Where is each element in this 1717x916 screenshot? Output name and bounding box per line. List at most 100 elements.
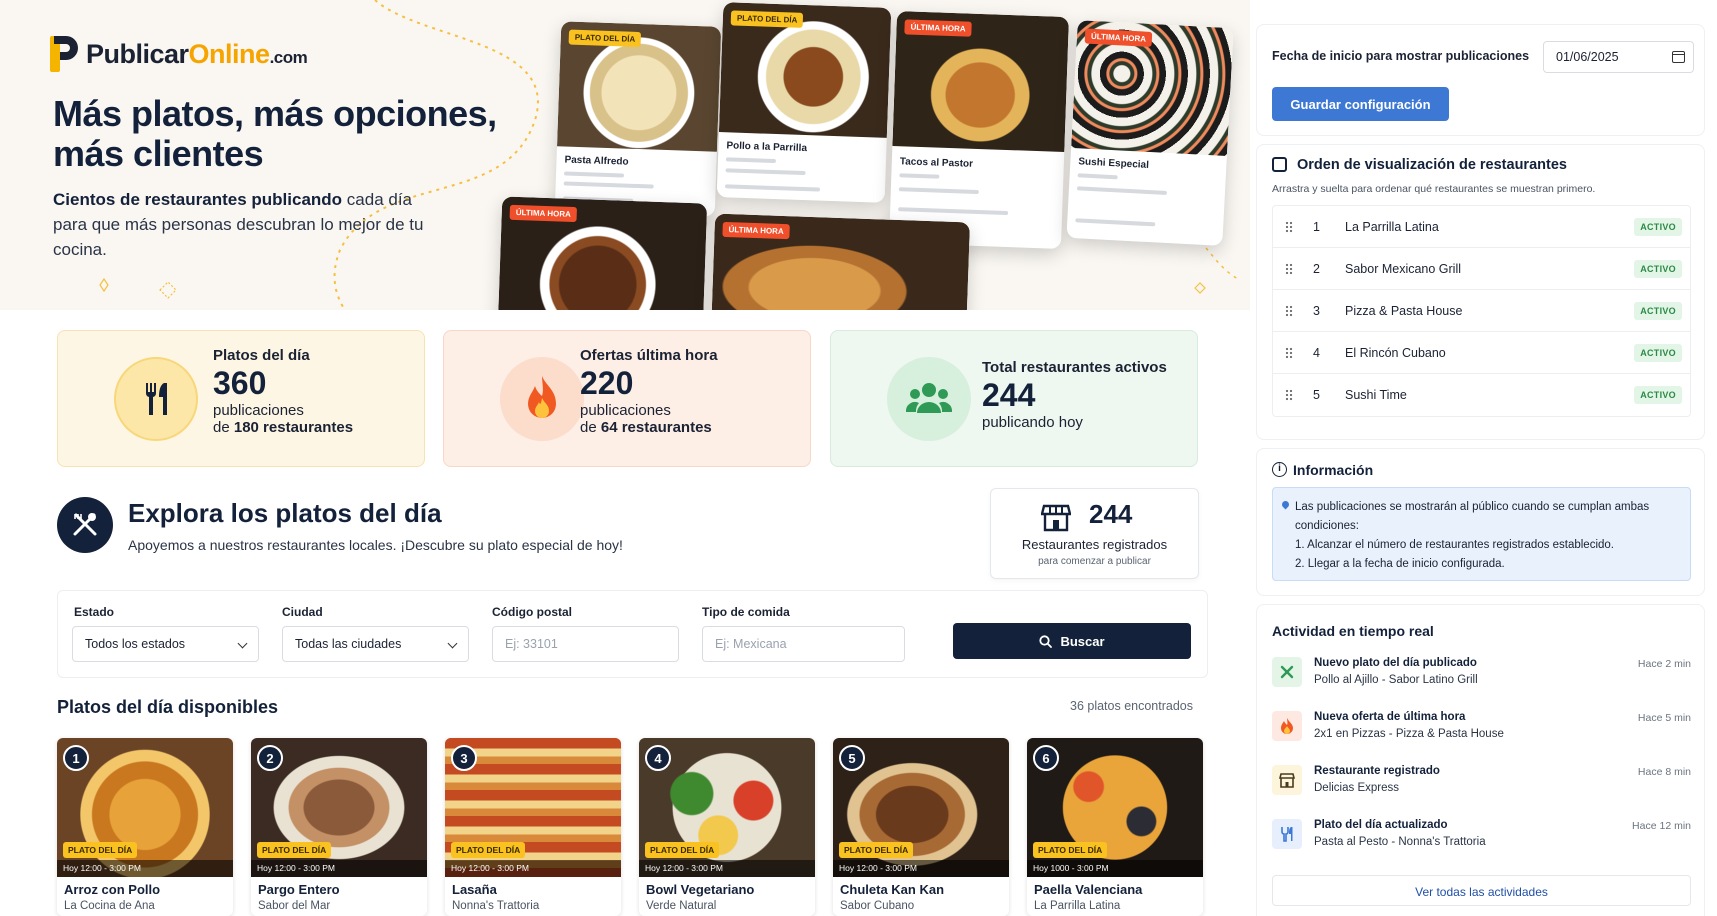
- estado-select[interactable]: Todos los estados: [72, 626, 259, 662]
- dish-card[interactable]: 1 PLATO DEL DÍA Hoy 12:00 - 3:00 PM Arro…: [57, 738, 233, 916]
- dish-restaurant: La Cocina de Ana: [64, 900, 155, 912]
- order-hint: Arrastra y suelta para ordenar qué resta…: [1272, 183, 1596, 195]
- drag-handle-icon[interactable]: [1285, 305, 1293, 317]
- stat-line3: de 180 restaurantes: [213, 419, 354, 436]
- dish-rank-badge: 4: [645, 745, 671, 771]
- dish-rank-badge: 6: [1033, 745, 1059, 771]
- search-button[interactable]: Buscar: [953, 623, 1191, 659]
- info-title: Información: [1293, 462, 1374, 478]
- fire-icon: [500, 357, 584, 441]
- hero-food-card: ÚLTIMA HORA Tacos al Pastor: [889, 11, 1069, 249]
- config-panel: Fecha de inicio para mostrar publicacion…: [1256, 24, 1705, 136]
- start-date-input[interactable]: 01/06/2025: [1543, 41, 1694, 73]
- status-badge: ACTIVO: [1634, 218, 1682, 236]
- hero-food-card: ÚLTIMA HORA: [497, 196, 708, 310]
- info-text: Las publicaciones se mostrarán al públic…: [1295, 501, 1650, 532]
- dish-tag: PLATO DEL DÍA: [1033, 842, 1108, 858]
- ciudad-select[interactable]: Todas las ciudades: [282, 626, 469, 662]
- dish-hours: Hoy 1000 - 3:00 PM: [1027, 860, 1203, 877]
- stat-platos-del-dia: Platos del día 360 publicaciones de 180 …: [57, 330, 425, 467]
- activity-item-desc: Pasta al Pesto - Nonna's Trattoria: [1314, 836, 1486, 848]
- order-position: 2: [1313, 262, 1320, 276]
- order-row[interactable]: 2 Sabor Mexicano Grill ACTIVO: [1273, 248, 1690, 290]
- calendar-icon[interactable]: [1672, 51, 1685, 63]
- stat-label: Platos del día: [213, 347, 310, 364]
- hero-card-tag: ÚLTIMA HORA: [722, 221, 790, 240]
- order-position: 4: [1313, 346, 1320, 360]
- hero-card-name: Pasta Alfredo: [564, 154, 629, 168]
- dish-card[interactable]: 2 PLATO DEL DÍA Hoy 12:00 - 3:00 PM Parg…: [251, 738, 427, 916]
- order-row[interactable]: 4 El Rincón Cubano ACTIVO: [1273, 332, 1690, 374]
- dish-tag: PLATO DEL DÍA: [257, 842, 332, 858]
- status-badge: ACTIVO: [1634, 260, 1682, 278]
- store-icon: [1041, 504, 1071, 532]
- order-title: Orden de visualización de restaurantes: [1297, 157, 1567, 173]
- search-filters: Estado Todos los estados Ciudad Todas la…: [57, 590, 1208, 678]
- registered-count: 244: [1089, 499, 1133, 529]
- order-restaurant-name: Sabor Mexicano Grill: [1345, 262, 1462, 276]
- utensils-icon: [1272, 819, 1302, 849]
- order-restaurant-name: Sushi Time: [1345, 388, 1407, 402]
- hero-card-name: Pollo a la Parrilla: [726, 140, 808, 155]
- status-badge: ACTIVO: [1634, 344, 1682, 362]
- drag-handle-icon[interactable]: [1285, 221, 1293, 233]
- order-row[interactable]: 5 Sushi Time ACTIVO: [1273, 374, 1690, 416]
- chevron-down-icon: [447, 638, 458, 649]
- activity-item[interactable]: Nueva oferta de última hora 2x1 en Pizza…: [1272, 709, 1691, 753]
- dish-card[interactable]: 4 PLATO DEL DÍA Hoy 12:00 - 3:00 PM Bowl…: [639, 738, 815, 916]
- stat-label: Total restaurantes activos: [982, 359, 1167, 376]
- utensils-icon: [114, 357, 198, 441]
- order-list: 1 La Parrilla Latina ACTIVO 2 Sabor Mexican…: [1272, 205, 1691, 417]
- order-restaurant-name: Pizza & Pasta House: [1345, 304, 1463, 318]
- stat-value: 244: [982, 377, 1036, 413]
- view-all-activities-button[interactable]: Ver todas las actividades: [1272, 875, 1691, 906]
- drag-handle-icon[interactable]: [1285, 263, 1293, 275]
- brand-logo[interactable]: PublicarOnline.com: [50, 36, 308, 72]
- dish-restaurant: Verde Natural: [646, 900, 717, 912]
- dish-name: Lasaña: [452, 882, 497, 897]
- pin-icon: [1280, 499, 1291, 510]
- activity-item-time: Hace 8 min: [1637, 766, 1691, 778]
- hero-food-card: PLATO DEL DÍA Pasta Alfredo: [554, 21, 722, 217]
- status-badge: ACTIVO: [1634, 302, 1682, 320]
- hero-card-tag: ÚLTIMA HORA: [509, 204, 578, 223]
- activity-item[interactable]: Restaurante registrado Delicias Express …: [1272, 763, 1691, 807]
- codigo-postal-input[interactable]: Ej: 33101: [492, 626, 679, 662]
- hero-card-tag: ÚLTIMA HORA: [904, 19, 972, 37]
- hero-card-tag: PLATO DEL DÍA: [730, 10, 804, 28]
- dish-card[interactable]: 5 PLATO DEL DÍA Hoy 12:00 - 3:00 PM Chul…: [833, 738, 1009, 916]
- registered-label: Restaurantes registrados: [1021, 537, 1168, 552]
- hero-banner: PublicarOnline.com Más platos, más opcio…: [0, 0, 1250, 310]
- activity-item-time: Hace 5 min: [1637, 712, 1691, 724]
- hero-card-tag: PLATO DEL DÍA: [568, 29, 642, 48]
- dish-name: Arroz con Pollo: [64, 882, 161, 897]
- stat-line2: publicaciones: [580, 402, 671, 419]
- drag-handle-icon[interactable]: [1285, 389, 1293, 401]
- activity-item[interactable]: Plato del día actualizado Pasta al Pesto…: [1272, 817, 1691, 861]
- drag-handle-icon[interactable]: [1285, 347, 1293, 359]
- tipo-comida-input[interactable]: Ej: Mexicana: [702, 626, 905, 662]
- dish-name: Chuleta Kan Kan: [840, 882, 945, 897]
- dish-restaurant: Sabor del Mar: [258, 900, 331, 912]
- dish-rank-badge: 3: [451, 745, 477, 771]
- order-row[interactable]: 1 La Parrilla Latina ACTIVO: [1273, 206, 1690, 248]
- info-panel: i Información Las publicaciones se mostr…: [1256, 448, 1705, 596]
- order-row[interactable]: 3 Pizza & Pasta House ACTIVO: [1273, 290, 1690, 332]
- store-icon: [1272, 765, 1302, 795]
- activity-item-time: Hace 2 min: [1637, 658, 1691, 670]
- activity-item[interactable]: Nuevo plato del día publicado Pollo al A…: [1272, 655, 1691, 699]
- save-config-button[interactable]: Guardar configuración: [1272, 87, 1449, 121]
- order-position: 1: [1313, 220, 1320, 234]
- stat-total-restaurantes: Total restaurantes activos 244 publicand…: [830, 330, 1198, 467]
- dish-card[interactable]: 6 PLATO DEL DÍA Hoy 1000 - 3:00 PM Paell…: [1027, 738, 1203, 916]
- dish-rank-badge: 5: [839, 745, 865, 771]
- dish-hours: Hoy 12:00 - 3:00 PM: [445, 860, 621, 877]
- dish-restaurant: Sabor Cubano: [840, 900, 915, 912]
- dish-tag: PLATO DEL DÍA: [63, 842, 138, 858]
- ciudad-label: Ciudad: [282, 605, 323, 619]
- dish-card[interactable]: 3 PLATO DEL DÍA Hoy 12:00 - 3:00 PM Lasa…: [445, 738, 621, 916]
- stat-value: 360: [213, 365, 267, 401]
- activity-panel: Actividad en tiempo real Nuevo plato del…: [1256, 604, 1705, 916]
- dish-name: Pargo Entero: [258, 882, 340, 897]
- section-title: Explora los platos del día: [128, 498, 442, 528]
